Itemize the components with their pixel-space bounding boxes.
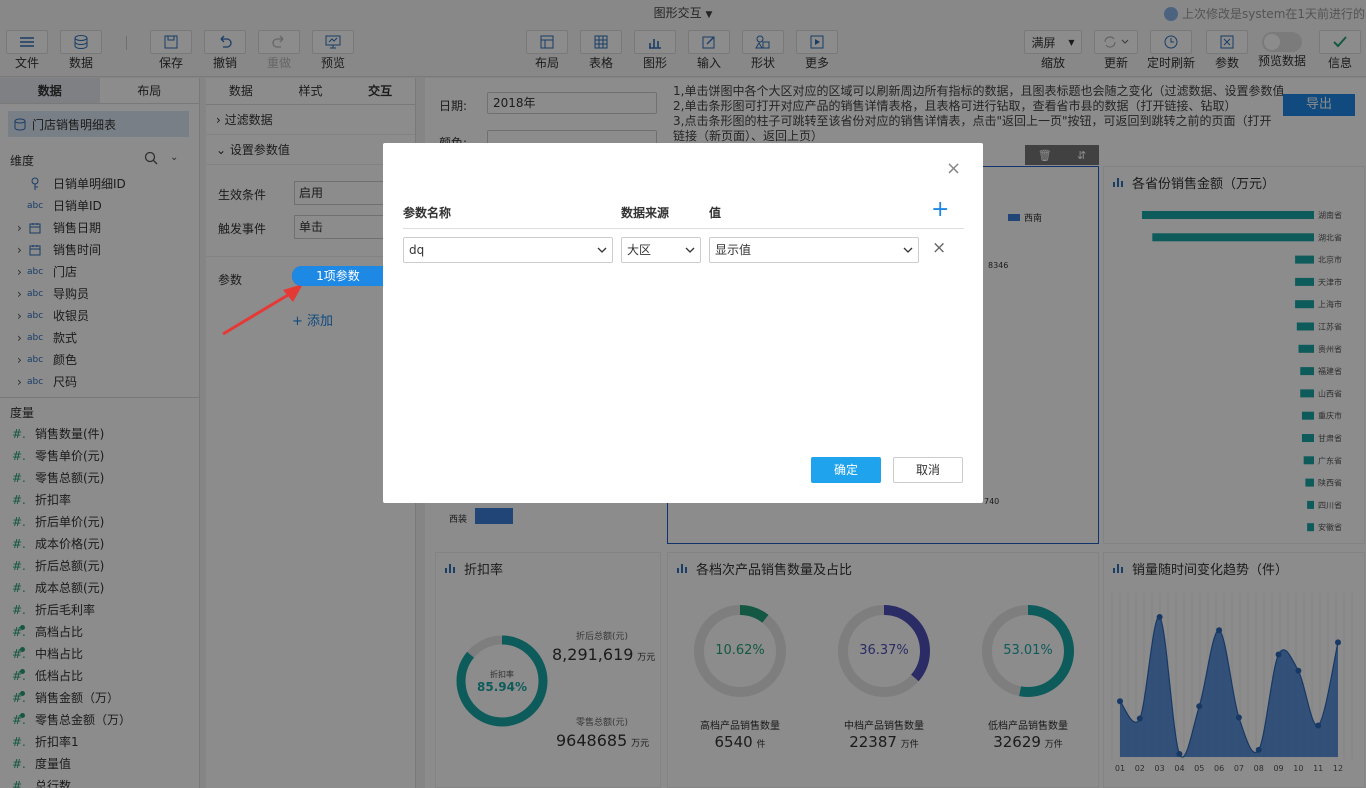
chevron-down-icon	[597, 247, 607, 253]
chevron-down-icon	[903, 247, 913, 253]
chevron-down-icon	[685, 247, 695, 253]
col-value: 值	[709, 206, 722, 220]
value-value: 显示值	[715, 243, 752, 257]
data-source-value: 大区	[627, 243, 652, 257]
param-name-value: dq	[409, 243, 425, 257]
remove-row-icon[interactable]: ×	[932, 240, 946, 257]
add-row-plus-icon[interactable]: +	[931, 199, 949, 221]
cancel-button[interactable]: 取消	[893, 457, 963, 483]
data-source-select[interactable]: 大区	[621, 237, 701, 263]
close-icon[interactable]: ×	[946, 160, 961, 178]
value-select[interactable]: 显示值	[709, 237, 919, 263]
ok-button[interactable]: 确定	[811, 457, 881, 483]
param-dialog: × 参数名称 数据来源 值 + dq 大区 显示值 × 确定 取消	[383, 143, 983, 503]
annotation-arrow-icon	[222, 284, 303, 336]
param-button-highlight[interactable]: 1项参数	[292, 266, 384, 286]
col-param-name: 参数名称	[403, 206, 452, 220]
col-data-source: 数据来源	[621, 206, 670, 220]
param-name-select[interactable]: dq	[403, 237, 613, 263]
